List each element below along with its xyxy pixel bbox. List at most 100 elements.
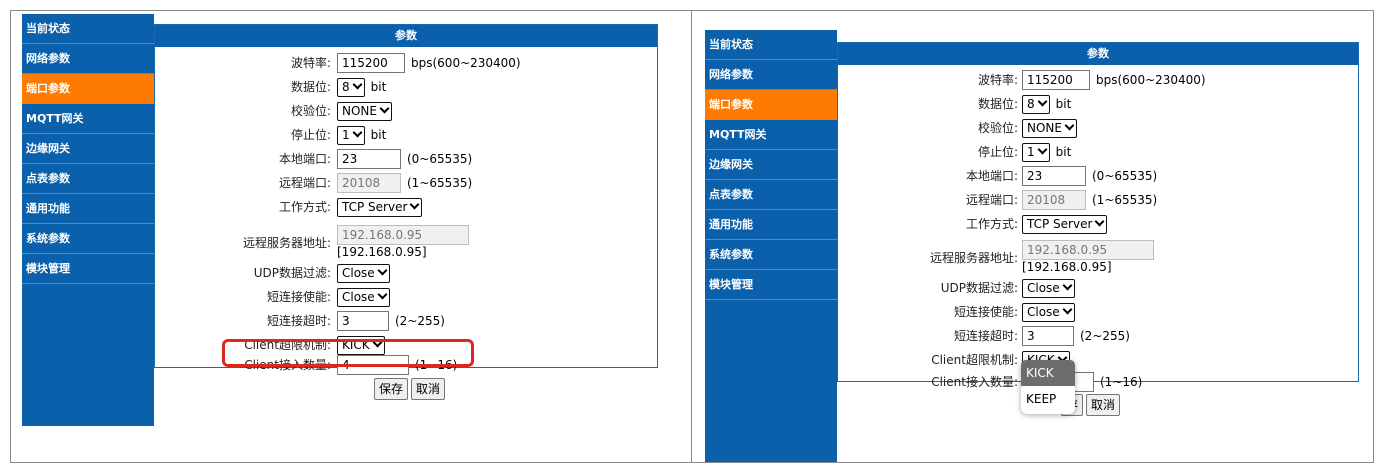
client-limit-row: Client超限机制: KICK (838, 350, 1358, 370)
sidebar-item-point-table[interactable]: 点表参数 (705, 180, 837, 210)
local-port-hint: (0~65535) (407, 152, 473, 166)
stop-bits-select[interactable]: 1 (1022, 142, 1050, 162)
stop-bits-label: 停止位: (977, 145, 1018, 159)
sidebar-item-port[interactable]: 端口参数 (22, 74, 154, 104)
udp-filter-row: UDP数据过滤: Close (155, 263, 657, 283)
work-mode-select[interactable]: TCP Server (337, 197, 423, 217)
save-button[interactable]: 保存 (374, 378, 409, 400)
sidebar-item-point-table[interactable]: 点表参数 (22, 164, 154, 194)
sidebar-item-system[interactable]: 系统参数 (705, 240, 837, 270)
frame-left (10, 10, 11, 463)
sidebar-item-module[interactable]: 模块管理 (22, 254, 154, 284)
chevron-down-icon (353, 129, 361, 137)
local-port-label: 本地端口: (965, 169, 1018, 183)
short-conn-timeout-input[interactable] (337, 311, 389, 331)
short-conn-timeout-hint: (2~255) (1080, 329, 1130, 343)
parity-select[interactable]: NONE (1022, 118, 1077, 138)
local-port-row: 本地端口: (0~65535) (838, 166, 1358, 186)
short-conn-enable-select[interactable]: Close (337, 287, 390, 307)
local-port-input[interactable] (1022, 166, 1086, 186)
local-port-row: 本地端口: (0~65535) (155, 149, 657, 169)
dropdown-option-keep[interactable]: KEEP (1021, 386, 1075, 412)
udp-filter-select[interactable]: Close (1022, 278, 1075, 298)
remote-server-row: 远程服务器地址: [192.168.0.95] (838, 240, 1358, 276)
stop-bits-value: 1 (342, 127, 350, 142)
work-mode-value: TCP Server (342, 199, 408, 214)
work-mode-value: TCP Server (1027, 216, 1093, 231)
baud-rate-label: 波特率: (290, 56, 331, 70)
udp-filter-select[interactable]: Close (337, 263, 390, 283)
chevron-down-icon (1063, 282, 1071, 290)
data-bits-unit: bit (370, 80, 387, 94)
sidebar-item-network[interactable]: 网络参数 (705, 60, 837, 90)
short-conn-timeout-label: 短连接超时: (266, 314, 331, 328)
chevron-down-icon (1063, 306, 1071, 314)
parity-value: NONE (1027, 120, 1062, 135)
stop-bits-label: 停止位: (290, 128, 331, 142)
sidebar-item-general[interactable]: 通用功能 (22, 194, 154, 224)
data-bits-select[interactable]: 8 (1022, 94, 1050, 114)
chevron-down-icon (378, 267, 386, 275)
params-form: 参数 波特率: bps(600~230400) 数据位: 8 bit 校验位: N… (837, 42, 1359, 392)
dropdown-option-kick[interactable]: KICK (1021, 360, 1075, 386)
work-mode-label: 工作方式: (278, 200, 331, 214)
remote-server-row: 远程服务器地址: [192.168.0.95] (155, 225, 657, 261)
chevron-down-icon (380, 105, 388, 113)
udp-filter-row: UDP数据过滤: Close (838, 278, 1358, 298)
sidebar-item-status[interactable]: 当前状态 (705, 30, 837, 60)
stop-bits-select[interactable]: 1 (337, 125, 365, 145)
chevron-down-icon (410, 201, 418, 209)
short-conn-enable-select[interactable]: Close (1022, 302, 1075, 322)
sidebar-item-status[interactable]: 当前状态 (22, 14, 154, 44)
udp-filter-value: Close (1027, 280, 1060, 295)
sidebar-item-system[interactable]: 系统参数 (22, 224, 154, 254)
sidebar-item-edge[interactable]: 边缘网关 (705, 150, 837, 180)
sidebar-item-port[interactable]: 端口参数 (705, 90, 837, 120)
udp-filter-label: UDP数据过滤: (940, 281, 1018, 295)
chevron-down-icon (353, 81, 361, 89)
stop-bits-unit: bit (1055, 145, 1072, 159)
baud-rate-row: 波特率: bps(600~230400) (155, 53, 657, 73)
udp-filter-label: UDP数据过滤: (253, 266, 331, 280)
baud-rate-hint: bps(600~230400) (411, 56, 521, 70)
cancel-button[interactable]: 取消 (1086, 394, 1121, 416)
chevron-down-icon (1095, 218, 1103, 226)
baud-rate-input[interactable] (1022, 70, 1090, 90)
remote-server-label: 远程服务器地址: (242, 236, 331, 250)
baud-rate-row: 波特率: bps(600~230400) (838, 70, 1358, 90)
sidebar-item-edge[interactable]: 边缘网关 (22, 134, 154, 164)
sidebar-item-general[interactable]: 通用功能 (705, 210, 837, 240)
sidebar: 当前状态 网络参数 端口参数 MQTT网关 边缘网关 点表参数 通用功能 系统参… (705, 30, 837, 462)
local-port-input[interactable] (337, 149, 401, 169)
short-conn-timeout-input[interactable] (1022, 326, 1074, 346)
short-conn-enable-label: 短连接使能: (953, 305, 1018, 319)
frame-right (1373, 10, 1374, 463)
data-bits-select[interactable]: 8 (337, 77, 365, 97)
remote-server-label: 远程服务器地址: (929, 251, 1018, 265)
sidebar-item-network[interactable]: 网络参数 (22, 44, 154, 74)
parity-select[interactable]: NONE (337, 101, 392, 121)
cancel-button[interactable]: 取消 (411, 378, 446, 400)
short-conn-timeout-row: 短连接超时: (2~255) (155, 311, 657, 331)
data-bits-label: 数据位: (977, 97, 1018, 111)
baud-rate-input[interactable] (337, 53, 405, 73)
remote-server-input (1022, 240, 1154, 260)
sidebar-item-module[interactable]: 模块管理 (705, 270, 837, 300)
short-conn-timeout-row: 短连接超时: (2~255) (838, 326, 1358, 346)
frame-divider (691, 10, 692, 463)
chevron-down-icon (378, 291, 386, 299)
work-mode-select[interactable]: TCP Server (1022, 214, 1108, 234)
stop-bits-value: 1 (1027, 144, 1035, 159)
remote-port-input (337, 173, 401, 193)
data-bits-row: 数据位: 8 bit (155, 77, 657, 97)
short-conn-enable-label: 短连接使能: (266, 290, 331, 304)
client-limit-dropdown: KICK KEEP (1021, 360, 1075, 414)
parity-label: 校验位: (977, 121, 1018, 135)
local-port-hint: (0~65535) (1092, 169, 1158, 183)
sidebar: 当前状态 网络参数 端口参数 MQTT网关 边缘网关 点表参数 通用功能 系统参… (22, 14, 154, 426)
sidebar-item-mqtt[interactable]: MQTT网关 (705, 120, 837, 150)
stop-bits-row: 停止位: 1 bit (838, 142, 1358, 162)
sidebar-item-mqtt[interactable]: MQTT网关 (22, 104, 154, 134)
highlight-box (222, 339, 474, 367)
short-conn-enable-value: Close (1027, 304, 1060, 319)
